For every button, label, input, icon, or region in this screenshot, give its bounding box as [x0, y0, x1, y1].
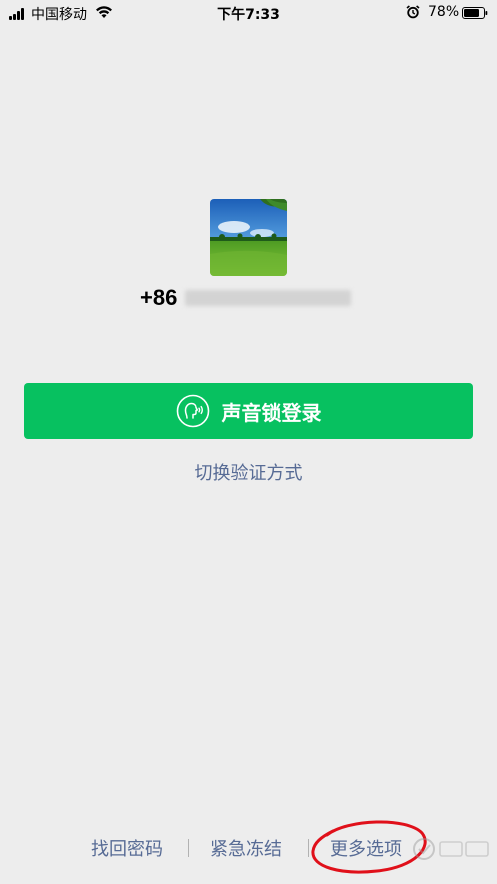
battery-percent: 78% [428, 4, 460, 20]
voice-lock-login-label: 声音锁登录 [221, 400, 322, 425]
find-password-link[interactable]: 找回密码 [91, 835, 163, 861]
phone-country-code: +86 [140, 285, 178, 310]
switch-verification-link[interactable]: 切换验证方式 [0, 459, 497, 485]
status-time: 下午7:33 [217, 7, 280, 23]
emergency-freeze-link[interactable]: 紧急冻结 [210, 835, 282, 861]
avatar [210, 199, 287, 276]
footer-divider [188, 839, 189, 857]
voice-lock-icon [176, 394, 209, 428]
alarm-icon [406, 5, 420, 19]
battery-icon [462, 7, 488, 19]
masked-phone-number [185, 290, 352, 306]
footer-links: 找回密码 紧急冻结 更多选项 [0, 833, 497, 863]
more-options-link[interactable]: 更多选项 [330, 835, 402, 861]
landscape-avatar-icon [210, 199, 287, 276]
footer-divider [308, 839, 309, 857]
phone-number-row: +86 [140, 283, 352, 313]
voice-lock-login-button[interactable]: 声音锁登录 [24, 383, 473, 439]
status-bar: 中国移动 下午7:33 78% [0, 0, 497, 26]
